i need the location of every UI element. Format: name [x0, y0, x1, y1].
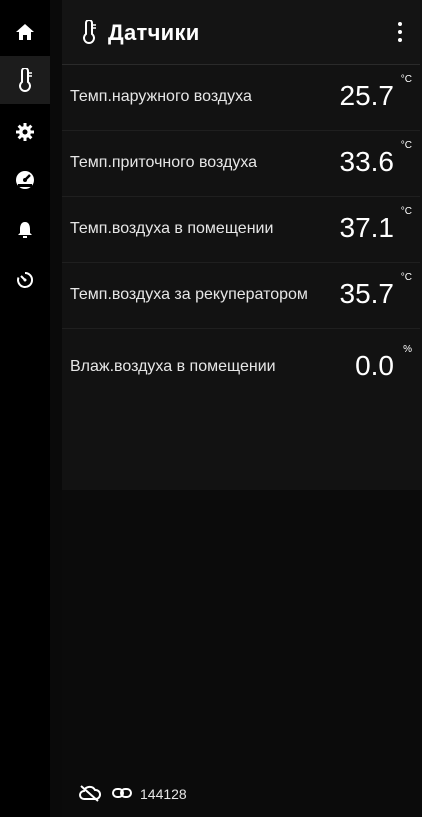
more-menu-button[interactable]	[390, 16, 410, 48]
speedometer-icon	[16, 171, 34, 189]
sensor-value: 37.1	[339, 212, 395, 243]
status-footer: 144128	[62, 776, 420, 812]
header: Датчики	[62, 0, 420, 65]
sensor-value: 33.6	[339, 146, 395, 177]
sensor-unit: °C	[400, 272, 412, 283]
gear-icon	[16, 123, 34, 141]
sidebar-divider	[50, 0, 62, 817]
sensor-row-outdoor-temp: Темп.наружного воздуха 25.7 °C	[62, 64, 420, 131]
sensor-row-supply-temp: Темп.приточного воздуха 33.6 °C	[62, 130, 420, 197]
thermometer-icon	[19, 68, 32, 92]
sensor-unit: %	[403, 344, 412, 355]
sensor-unit: °C	[400, 206, 412, 217]
app-window: Датчики Темп.наружного воздуха 25.7 °C Т…	[0, 0, 422, 817]
link-icon	[112, 788, 132, 798]
page-title: Датчики	[108, 20, 200, 45]
sidebar-item-settings[interactable]	[0, 108, 50, 156]
sensor-value: 0.0	[355, 350, 394, 381]
sensor-label: Темп.наружного воздуха	[70, 88, 252, 105]
sidebar	[0, 0, 50, 817]
sensor-label: Темп.воздуха за рекуператором	[70, 286, 308, 303]
device-id: 144128	[140, 786, 187, 802]
sidebar-item-alarms[interactable]	[0, 206, 50, 254]
more-vertical-icon	[398, 22, 402, 26]
sensor-row-recuperator-temp: Темп.воздуха за рекуператором 35.7 °C	[62, 262, 420, 329]
sensor-row-room-temp: Темп.воздуха в помещении 37.1 °C	[62, 196, 420, 263]
sidebar-item-timer[interactable]	[0, 256, 50, 304]
bell-icon	[18, 222, 32, 238]
sensor-row-room-humidity: Влаж.воздуха в помещении 0.0 %	[62, 334, 420, 400]
cloud-off-icon	[79, 785, 102, 802]
sidebar-item-home[interactable]	[0, 8, 50, 56]
home-icon	[16, 24, 34, 40]
sensor-unit: °C	[400, 74, 412, 85]
sidebar-item-gauge[interactable]	[0, 156, 50, 204]
sensor-unit: °C	[400, 140, 412, 151]
sensor-label: Влаж.воздуха в помещении	[70, 358, 276, 375]
sensor-value: 25.7	[339, 80, 395, 111]
sensor-label: Темп.приточного воздуха	[70, 154, 258, 171]
sidebar-item-sensors[interactable]	[0, 56, 50, 104]
main-panel-empty-area	[62, 490, 422, 817]
thermometer-icon	[83, 20, 96, 44]
sensor-value: 35.7	[339, 278, 395, 309]
sensor-label: Темп.воздуха в помещении	[70, 220, 274, 237]
timer-icon	[17, 271, 34, 288]
